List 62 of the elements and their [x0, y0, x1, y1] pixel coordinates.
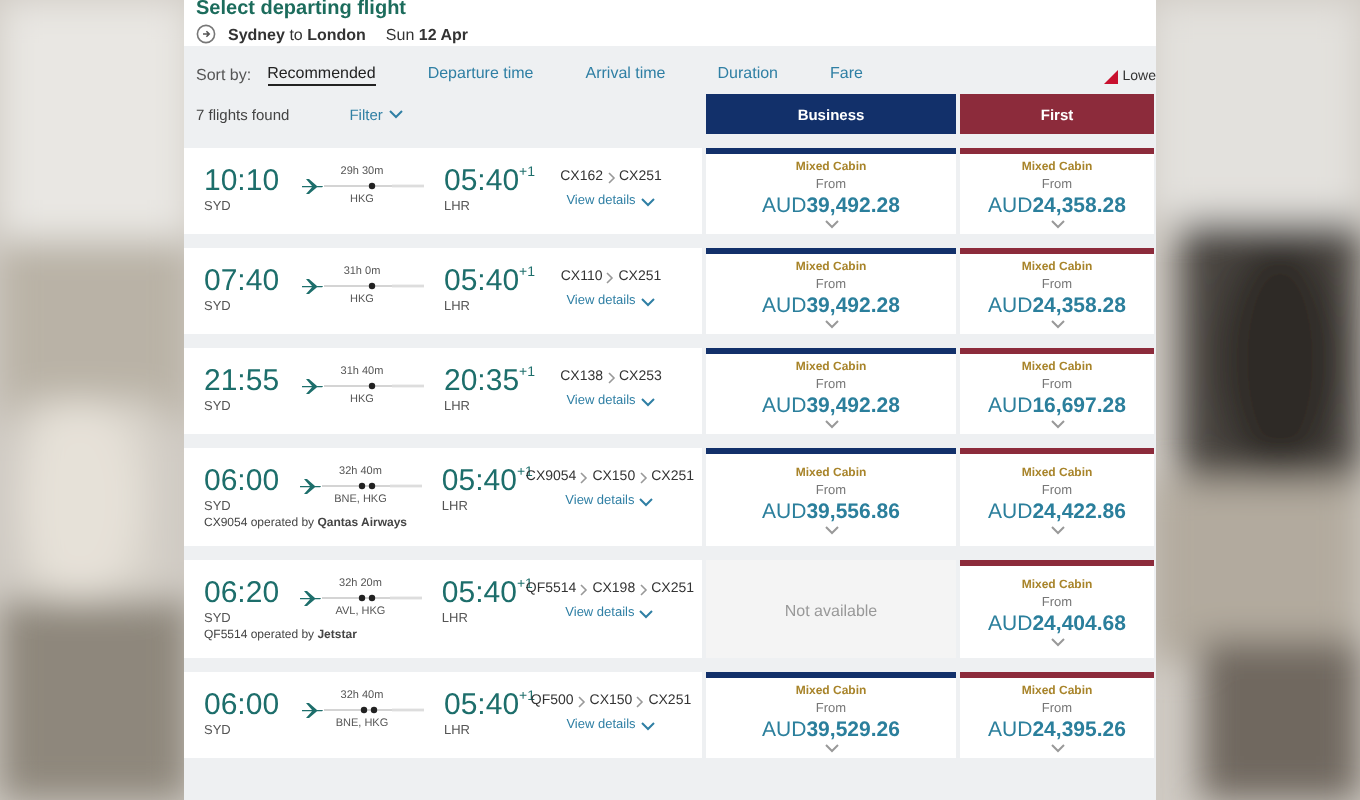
chevron-down-icon [823, 318, 839, 330]
chevron-down-icon [823, 218, 839, 230]
fare-price[interactable]: AUD16,697.28 [988, 394, 1126, 418]
sort-label: Sort by: [196, 65, 252, 83]
chevron-down-icon [1049, 418, 1065, 430]
fare-price[interactable]: AUD24,422.86 [988, 500, 1126, 524]
fare-price[interactable]: AUD24,358.28 [988, 194, 1126, 218]
fare-price[interactable]: AUD39,492.28 [762, 194, 900, 218]
flight-route-drawing [300, 278, 424, 294]
fare-price[interactable]: AUD39,529.26 [762, 718, 900, 742]
chevron-down-icon [1049, 218, 1065, 230]
chevron-right-icon [606, 271, 615, 283]
flight-route-drawing [298, 590, 423, 606]
chevron-right-icon [577, 695, 586, 707]
fare-price[interactable]: AUD24,395.26 [988, 718, 1126, 742]
fare-price[interactable]: AUD24,358.28 [988, 294, 1126, 318]
chevron-right-icon [636, 695, 645, 707]
route-text: Sydney to London [228, 25, 366, 43]
chevron-down-icon [639, 395, 656, 407]
chevron-down-icon [388, 108, 405, 120]
fare-price[interactable]: AUD24,404.68 [988, 612, 1126, 636]
chevron-right-icon [639, 583, 648, 595]
chevron-right-icon [580, 471, 589, 483]
departure-time: 06:00 [204, 690, 282, 722]
chevron-down-icon [823, 524, 839, 536]
date-text: Sun 12 Apr [385, 25, 468, 43]
chevron-down-icon [823, 742, 839, 754]
flight-route-drawing [300, 702, 424, 718]
departure-time: 07:40 [204, 266, 282, 298]
flight-route-drawing [298, 478, 423, 494]
departure-time: 21:55 [204, 366, 282, 398]
chevron-down-icon [638, 607, 655, 619]
departure-time: 10:10 [204, 166, 282, 198]
sort-option[interactable]: Fare [830, 64, 863, 84]
departure-time: 06:20 [204, 578, 282, 610]
flight-route-drawing [300, 378, 424, 394]
chevron-down-icon [1049, 636, 1065, 648]
chevron-down-icon [639, 295, 656, 307]
chevron-right-icon [607, 171, 615, 183]
not-available-text: Not available [784, 602, 878, 620]
flight-route-drawing [300, 178, 424, 194]
chevron-right-icon [580, 583, 589, 595]
fare-price[interactable]: AUD39,492.28 [762, 394, 900, 418]
chevron-down-icon [1049, 524, 1065, 536]
departure-time: 06:00 [204, 466, 282, 498]
chevron-down-icon [639, 195, 656, 207]
chevron-down-icon [1049, 742, 1065, 754]
sort-option[interactable]: Duration [717, 64, 779, 84]
chevron-right-icon [607, 371, 615, 383]
sort-option[interactable]: Arrival time [585, 64, 666, 84]
circle-arrow-icon [196, 24, 216, 44]
sort-option[interactable]: Departure time [427, 64, 534, 84]
chevron-down-icon [638, 495, 655, 507]
fare-price[interactable]: AUD39,492.28 [762, 294, 900, 318]
chevron-down-icon [1049, 318, 1065, 330]
triangle-icon [1104, 70, 1119, 84]
chevron-down-icon [823, 418, 839, 430]
fare-price[interactable]: AUD39,556.86 [762, 500, 900, 524]
sort-option[interactable]: Recommended [267, 63, 376, 85]
chevron-right-icon [639, 471, 648, 483]
page-title: Select departing flight [196, 0, 409, 20]
chevron-down-icon [639, 719, 656, 731]
